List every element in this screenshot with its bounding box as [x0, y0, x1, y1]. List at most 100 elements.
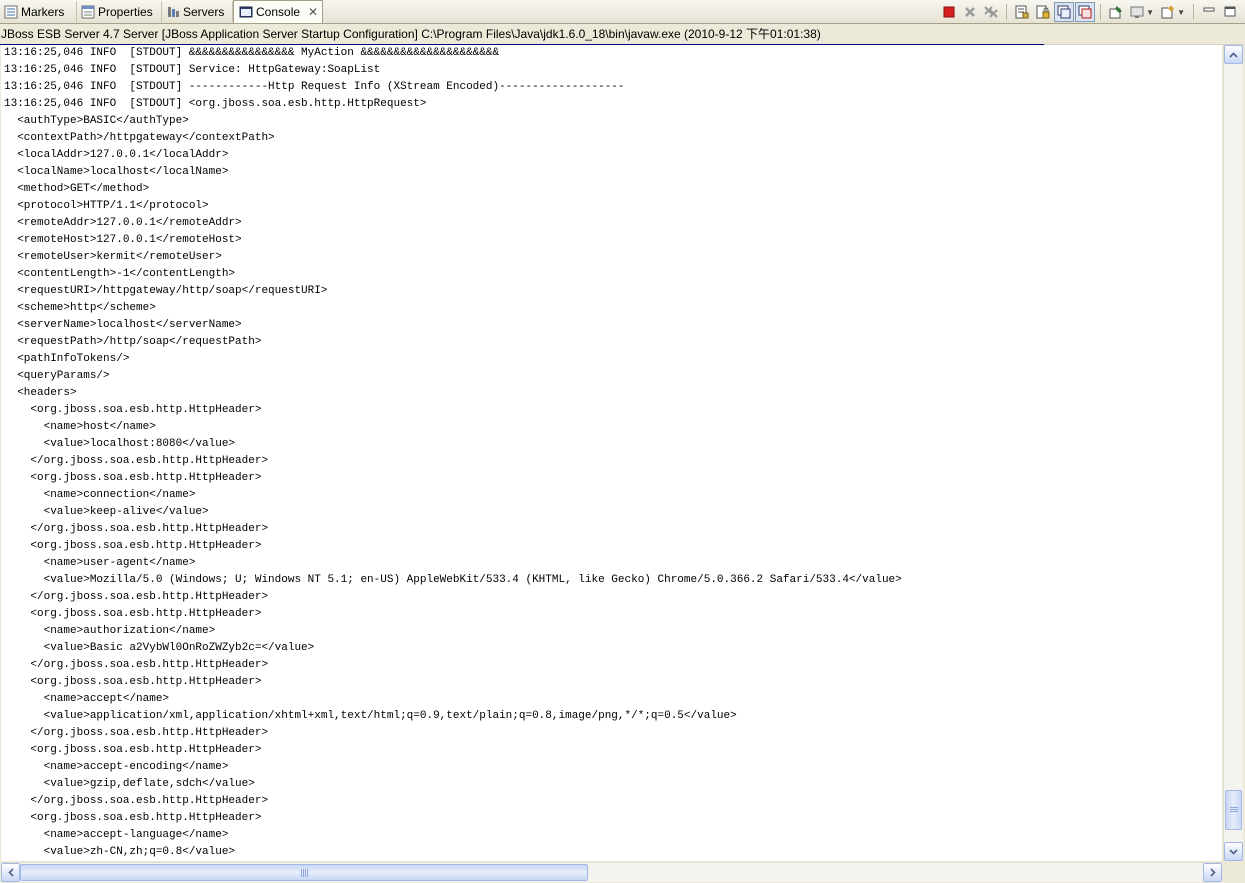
console-line[interactable]: <headers>: [4, 385, 1222, 402]
console-line[interactable]: <method>GET</method>: [4, 181, 1222, 198]
console-line[interactable]: </org.jboss.soa.esb.http.HttpHeader>: [4, 521, 1222, 538]
maximize-icon: [1224, 6, 1236, 17]
horizontal-scrollbar[interactable]: [1, 862, 1222, 882]
console-line[interactable]: <value>localhost:8080</value>: [4, 436, 1222, 453]
scroll-left-button[interactable]: [1, 863, 20, 882]
console-line[interactable]: </org.jboss.soa.esb.http.HttpHeader>: [4, 725, 1222, 742]
maximize-button[interactable]: [1221, 3, 1239, 21]
remove-all-terminated-button[interactable]: [982, 3, 1000, 21]
console-line[interactable]: <serverName>localhost</serverName>: [4, 317, 1222, 334]
console-output[interactable]: 13:16:25,046 INFO [STDOUT] &&&&&&&&&&&&&…: [1, 45, 1222, 861]
console-line[interactable]: <authType>BASIC</authType>: [4, 113, 1222, 130]
scroll-up-button[interactable]: [1224, 45, 1243, 64]
console-line[interactable]: <requestPath>/http/soap</requestPath>: [4, 334, 1222, 351]
console-line[interactable]: 13:16:25,046 INFO [STDOUT] ------------H…: [4, 79, 1222, 96]
console-line[interactable]: <localAddr>127.0.0.1</localAddr>: [4, 147, 1222, 164]
console-icon: [239, 5, 253, 19]
console-line[interactable]: <org.jboss.soa.esb.http.HttpHeader>: [4, 538, 1222, 555]
horizontal-scroll-thumb[interactable]: [20, 864, 588, 881]
console-line[interactable]: <name>accept-encoding</name>: [4, 759, 1222, 776]
scroll-lock-icon: [1036, 5, 1050, 19]
clear-console-icon: [1015, 5, 1029, 19]
console-line[interactable]: <value>keep-alive</value>: [4, 504, 1222, 521]
show-on-stderr-button[interactable]: [1075, 2, 1096, 22]
show-on-stderr-icon: [1078, 5, 1092, 19]
console-line[interactable]: <value>gzip,deflate,sdch</value>: [4, 776, 1222, 793]
vertical-scrollbar[interactable]: [1223, 45, 1243, 861]
console-line[interactable]: <protocol>HTTP/1.1</protocol>: [4, 198, 1222, 215]
console-line[interactable]: <org.jboss.soa.esb.http.HttpHeader>: [4, 470, 1222, 487]
console-line[interactable]: <name>host</name>: [4, 419, 1222, 436]
minimize-button[interactable]: [1200, 3, 1218, 21]
terminate-icon: [943, 6, 955, 18]
tab-console[interactable]: Console ✕: [233, 0, 323, 23]
console-line[interactable]: <name>user-agent</name>: [4, 555, 1222, 572]
scroll-right-button[interactable]: [1203, 863, 1222, 882]
grip-icon: [1229, 807, 1238, 813]
tab-properties[interactable]: Properties: [77, 1, 162, 22]
clear-console-button[interactable]: [1013, 3, 1031, 21]
console-line[interactable]: 13:16:25,046 INFO [STDOUT] Service: Http…: [4, 62, 1222, 79]
console-line[interactable]: <org.jboss.soa.esb.http.HttpHeader>: [4, 606, 1222, 623]
console-line[interactable]: </org.jboss.soa.esb.http.HttpHeader>: [4, 793, 1222, 810]
console-line[interactable]: <remoteHost>127.0.0.1</remoteHost>: [4, 232, 1222, 249]
close-tab-icon[interactable]: ✕: [308, 5, 318, 19]
console-line[interactable]: <pathInfoTokens/>: [4, 351, 1222, 368]
open-console-button[interactable]: [1159, 3, 1177, 21]
console-line[interactable]: <scheme>http</scheme>: [4, 300, 1222, 317]
chevron-down-icon[interactable]: ▼: [1177, 8, 1185, 17]
display-selected-console-button[interactable]: [1128, 3, 1146, 21]
console-line[interactable]: 13:16:25,046 INFO [STDOUT] <org.jboss.so…: [4, 96, 1222, 113]
console-line[interactable]: 13:16:25,046 INFO [STDOUT] &&&&&&&&&&&&&…: [4, 45, 1222, 62]
tab-label: Servers: [183, 4, 225, 19]
chevron-left-icon: [7, 868, 14, 877]
console-line[interactable]: <org.jboss.soa.esb.http.HttpHeader>: [4, 674, 1222, 691]
console-line[interactable]: <name>connection</name>: [4, 487, 1222, 504]
console-text[interactable]: 13:16:25,046 INFO [STDOUT] &&&&&&&&&&&&&…: [1, 45, 1222, 861]
console-line[interactable]: <name>authorization</name>: [4, 623, 1222, 640]
properties-icon: [81, 5, 95, 19]
console-line[interactable]: </org.jboss.soa.esb.http.HttpHeader>: [4, 657, 1222, 674]
console-line[interactable]: <org.jboss.soa.esb.http.HttpHeader>: [4, 810, 1222, 827]
console-line[interactable]: <value>application/xml,application/xhtml…: [4, 708, 1222, 725]
remove-launch-button[interactable]: [961, 3, 979, 21]
pin-console-icon: [1109, 6, 1123, 19]
console-line[interactable]: <name>accept</name>: [4, 691, 1222, 708]
process-title-text: JBoss ESB Server 4.7 Server [JBoss Appli…: [1, 27, 821, 41]
console-line[interactable]: <contentLength>-1</contentLength>: [4, 266, 1222, 283]
scroll-down-button[interactable]: [1224, 842, 1243, 861]
console-line[interactable]: </org.jboss.soa.esb.http.HttpHeader>: [4, 589, 1222, 606]
console-line[interactable]: <org.jboss.soa.esb.http.HttpHeader>: [4, 402, 1222, 419]
console-line[interactable]: <contextPath>/httpgateway</contextPath>: [4, 130, 1222, 147]
console-line[interactable]: <remoteUser>kermit</remoteUser>: [4, 249, 1222, 266]
console-line[interactable]: </org.jboss.soa.esb.http.HttpHeader>: [4, 453, 1222, 470]
servers-icon: [166, 5, 180, 19]
tab-servers[interactable]: Servers: [162, 1, 233, 22]
console-line[interactable]: <value>zh-CN,zh;q=0.8</value>: [4, 844, 1222, 861]
toolbar-separator: [1193, 4, 1194, 20]
console-line[interactable]: <name>accept-language</name>: [4, 827, 1222, 844]
grip-icon: [300, 868, 308, 877]
console-line[interactable]: <value>Mozilla/5.0 (Windows; U; Windows …: [4, 572, 1222, 589]
console-line[interactable]: <remoteAddr>127.0.0.1</remoteAddr>: [4, 215, 1222, 232]
pin-console-button[interactable]: [1107, 3, 1125, 21]
console-line[interactable]: <queryParams/>: [4, 368, 1222, 385]
chevron-down-icon[interactable]: ▼: [1146, 8, 1154, 17]
view-tab-bar: Markers Properties Servers Console ✕ ▼ ▼: [0, 0, 1245, 24]
console-line[interactable]: <requestURI>/httpgateway/http/soap</requ…: [4, 283, 1222, 300]
display-selected-console-icon: [1130, 6, 1144, 18]
terminate-button[interactable]: [940, 3, 958, 21]
console-line[interactable]: <org.jboss.soa.esb.http.HttpHeader>: [4, 742, 1222, 759]
tab-markers[interactable]: Markers: [0, 1, 77, 22]
minimize-icon: [1203, 7, 1215, 12]
remove-launch-icon: [965, 7, 976, 17]
remove-all-terminated-icon: [984, 6, 998, 18]
scroll-lock-button[interactable]: [1034, 3, 1052, 21]
chevron-right-icon: [1209, 868, 1216, 877]
show-on-stdout-button[interactable]: [1054, 2, 1075, 22]
vertical-scroll-thumb[interactable]: [1225, 790, 1242, 830]
console-line[interactable]: <localName>localhost</localName>: [4, 164, 1222, 181]
tab-label: Properties: [98, 4, 153, 19]
console-toolbar: ▼ ▼: [940, 2, 1239, 22]
console-line[interactable]: <value>Basic a2VybWl0OnRoZWZyb2c=</value…: [4, 640, 1222, 657]
